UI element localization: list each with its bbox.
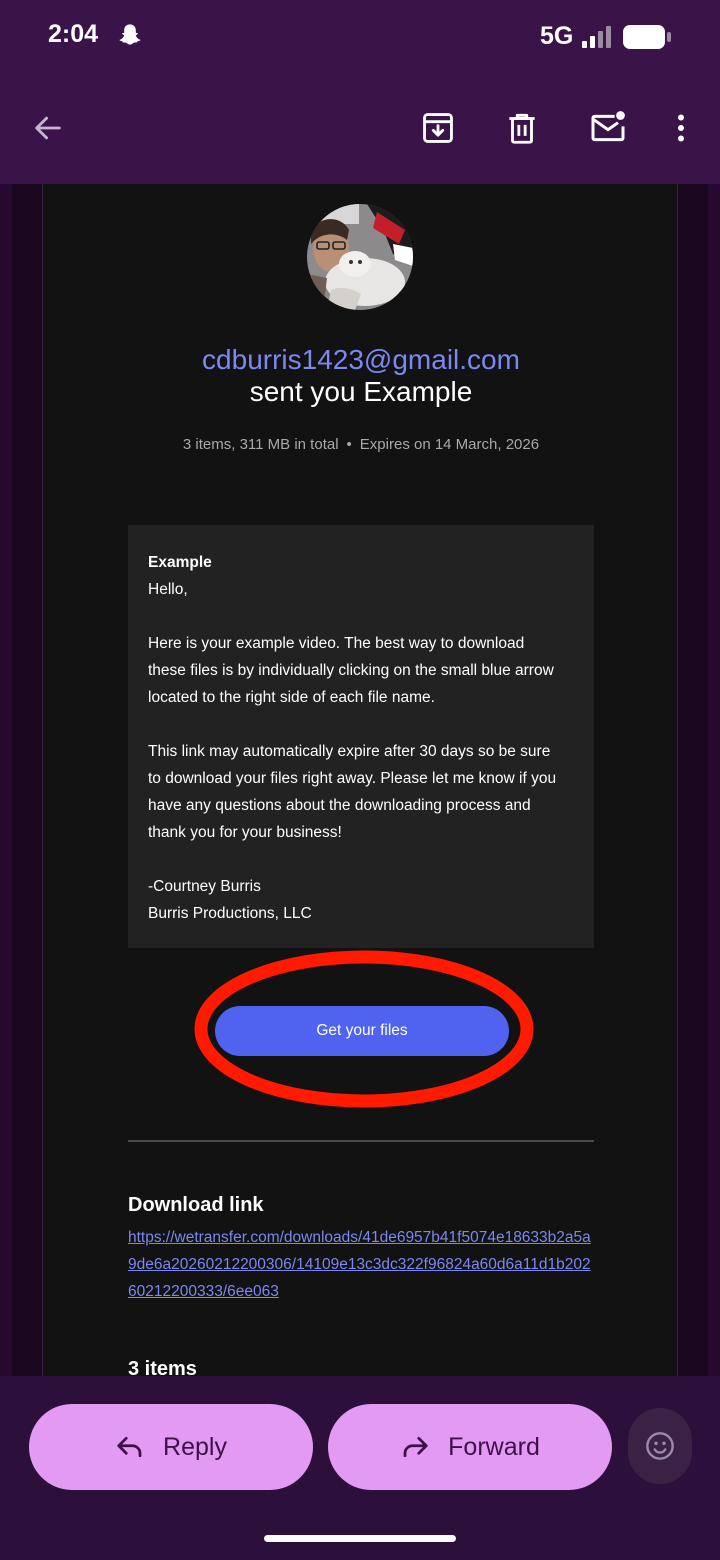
snapchat-icon — [119, 24, 141, 45]
items-heading: 3 items — [128, 1358, 197, 1376]
message-greeting: Hello, — [148, 581, 188, 598]
subject-line: sent you Example — [249, 376, 473, 407]
reply-label: Reply — [163, 1432, 227, 1461]
sender-email[interactable]: cdburris1423@gmail.com — [43, 344, 679, 376]
message-box: Example Hello, Here is your example vide… — [128, 525, 594, 948]
more-vert-icon — [678, 114, 684, 142]
bottom-action-bar: Reply Forward — [0, 1376, 720, 1560]
home-indicator[interactable] — [264, 1535, 456, 1542]
reply-button[interactable]: Reply — [29, 1404, 313, 1490]
message-title: Example — [148, 554, 212, 571]
transfer-meta: 3 items, 311 MB in total • Expires on 14 M… — [43, 436, 679, 453]
more-options-button[interactable] — [651, 98, 711, 158]
email-content[interactable]: cdburris1423@gmail.com sent you Example … — [0, 184, 720, 1376]
red-highlight-circle — [194, 950, 534, 1108]
section-divider — [128, 1140, 594, 1142]
mark-unread-button[interactable] — [578, 98, 638, 158]
delete-button[interactable] — [492, 98, 552, 158]
forward-icon — [403, 1436, 428, 1458]
download-link[interactable]: https://wetransfer.com/downloads/41de695… — [128, 1224, 598, 1305]
archive-button[interactable] — [408, 98, 468, 158]
back-button[interactable] — [18, 98, 78, 158]
emoji-reaction-button[interactable] — [628, 1408, 692, 1484]
expiry-date: Expires on 14 March, 2026 — [359, 436, 540, 453]
signature-company: Burris Productions, LLC — [148, 905, 312, 922]
sender-avatar — [307, 204, 413, 310]
message-paragraph-1: Here is your example video. The best way… — [148, 635, 554, 706]
back-arrow-icon — [35, 116, 61, 140]
forward-button[interactable]: Forward — [328, 1404, 612, 1490]
battery-icon — [623, 25, 671, 49]
message-paragraph-2: This link may automatically expire after… — [148, 743, 557, 841]
signal-icon — [582, 26, 611, 48]
status-bar: 2:04 5G — [0, 0, 720, 72]
reply-icon — [117, 1436, 142, 1458]
archive-icon — [423, 113, 453, 143]
mark-unread-icon — [591, 111, 625, 142]
download-heading: Download link — [128, 1194, 264, 1216]
signature-name: -Courtney Burris — [148, 878, 261, 895]
forward-label: Forward — [448, 1432, 540, 1461]
sender-photo — [307, 204, 413, 310]
right-gutter — [678, 184, 708, 1376]
status-time: 2:04 — [48, 20, 99, 48]
delete-icon — [509, 113, 535, 144]
meta-separator: • — [346, 436, 352, 453]
email-body-card: cdburris1423@gmail.com sent you Example … — [42, 184, 678, 1376]
transfer-summary: 3 items, 311 MB in total — [182, 436, 339, 453]
app-bar — [0, 72, 720, 184]
network-type: 5G — [540, 22, 574, 50]
smiley-icon — [646, 1432, 674, 1460]
left-gutter — [12, 184, 42, 1376]
